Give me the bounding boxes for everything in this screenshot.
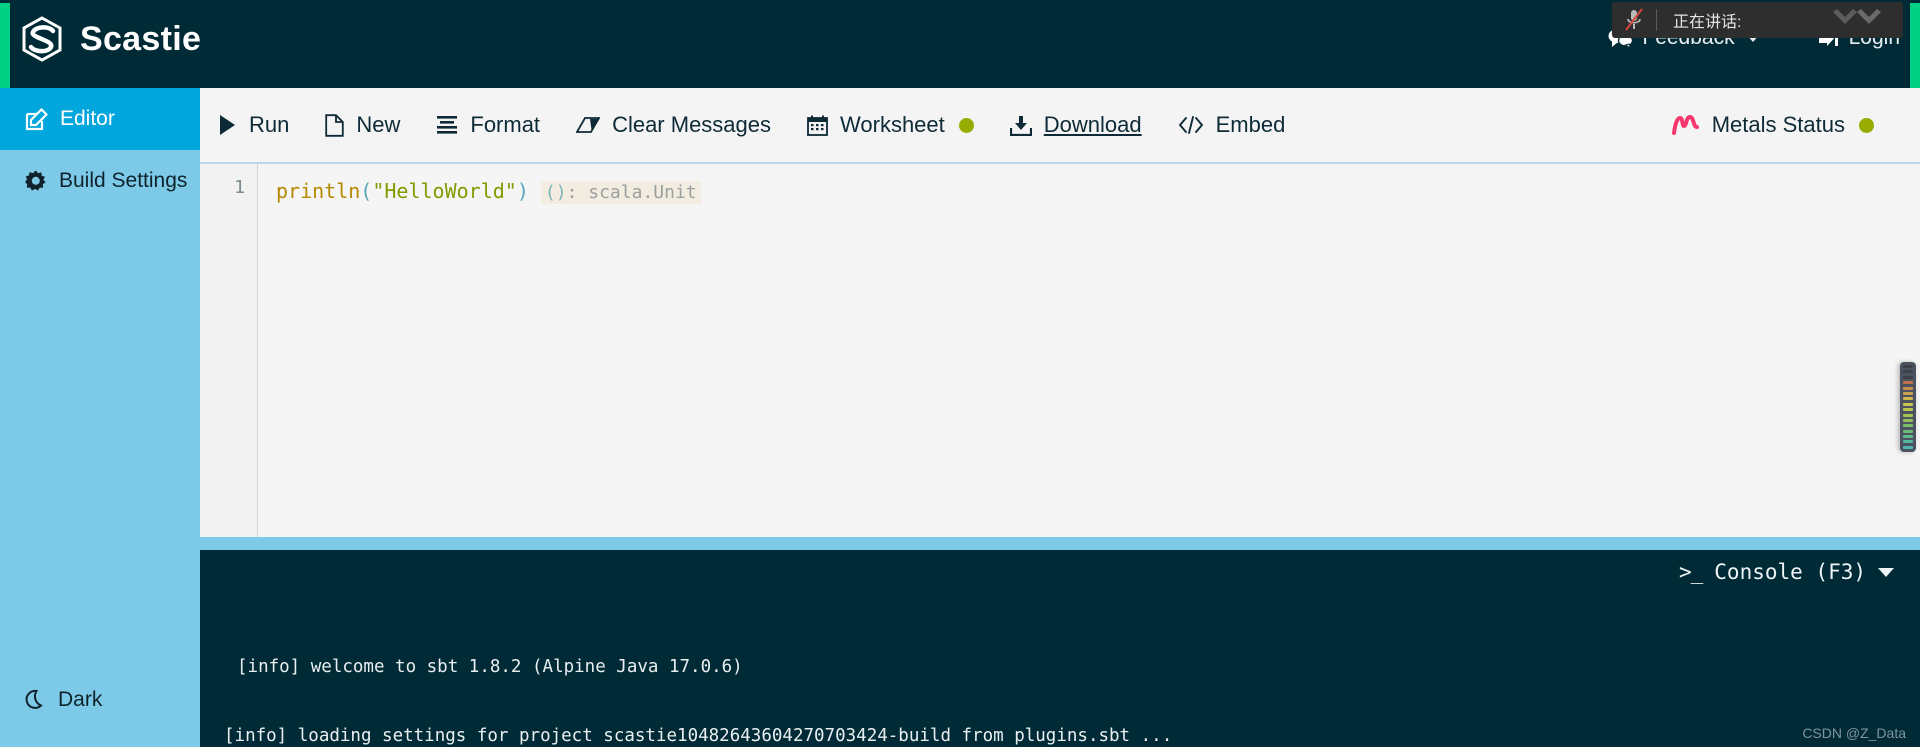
microphone-muted-icon[interactable] xyxy=(1612,2,1656,38)
sidebar-item-editor-label: Editor xyxy=(60,107,115,130)
sidebar-theme-toggle[interactable]: Dark xyxy=(0,669,200,731)
sidebar-item-dark-label: Dark xyxy=(58,688,103,711)
console-panel: >_ Console (F3) [info] welcome to sbt 1.… xyxy=(200,550,1920,747)
chevrons-icon[interactable] xyxy=(1829,8,1891,32)
audio-level-meter xyxy=(1900,362,1916,452)
editor-toolbar: Run New Format Clear Messages Worksheet … xyxy=(200,88,1920,162)
level-meter-segment xyxy=(1903,424,1913,428)
align-lines-icon xyxy=(436,115,458,135)
console-output: [info] welcome to sbt 1.8.2 (Alpine Java… xyxy=(224,610,1900,747)
level-meter-segment xyxy=(1903,375,1913,379)
worksheet-inlay-hint: (): scala.Unit xyxy=(540,181,701,204)
inlay-unit-parens: () xyxy=(544,182,567,203)
run-button[interactable]: Run xyxy=(200,88,307,162)
metals-status-label: Metals Status xyxy=(1711,112,1845,137)
format-label: Format xyxy=(470,112,541,137)
worksheet-toggle[interactable]: Worksheet xyxy=(789,88,992,162)
level-meter-segment xyxy=(1903,440,1913,444)
download-icon xyxy=(1009,115,1032,136)
level-meter-segment xyxy=(1903,418,1913,422)
level-meter-segment xyxy=(1903,413,1913,417)
play-icon xyxy=(218,114,237,136)
brand-name: Scastie xyxy=(80,19,202,58)
overlay-divider xyxy=(1656,9,1657,31)
level-meter-segment xyxy=(1903,429,1913,433)
worksheet-status-dot xyxy=(958,117,974,133)
sidebar-item-dark[interactable]: Dark xyxy=(0,669,200,731)
new-button[interactable]: New xyxy=(307,88,418,162)
metals-m-logo-icon xyxy=(1671,114,1700,136)
inlay-type: : scala.Unit xyxy=(566,182,697,203)
level-meter-segment xyxy=(1903,381,1913,385)
gear-icon xyxy=(25,170,47,192)
code-token-close-paren: ) xyxy=(516,179,529,203)
accent-strip-right xyxy=(1910,3,1920,88)
code-token-function: println xyxy=(276,179,361,203)
sidebar-item-editor[interactable]: Editor xyxy=(0,88,200,150)
scastie-hexagon-logo-icon xyxy=(20,16,64,62)
new-label: New xyxy=(356,112,401,137)
edit-pencil-square-icon xyxy=(25,107,48,131)
worksheet-label: Worksheet xyxy=(840,112,945,137)
level-meter-segment xyxy=(1903,386,1913,390)
level-meter-segment xyxy=(1903,397,1913,401)
sidebar-item-build-settings-label: Build Settings xyxy=(59,169,188,192)
level-meter-segment xyxy=(1903,370,1913,374)
console-line: [info] loading settings for project scas… xyxy=(224,726,1173,746)
sidebar-item-build-settings[interactable]: Build Settings xyxy=(0,150,200,212)
embed-button[interactable]: Embed xyxy=(1160,88,1304,162)
terminal-prompt-icon: >_ xyxy=(1678,560,1703,584)
eraser-icon xyxy=(576,116,601,134)
file-icon xyxy=(325,113,345,137)
console-toggle-header[interactable]: >_ Console (F3) xyxy=(1679,560,1894,584)
download-label: Download xyxy=(1043,112,1142,137)
clear-messages-button[interactable]: Clear Messages xyxy=(558,88,789,162)
recording-status-label: 正在讲话: xyxy=(1673,14,1742,31)
top-bar: Scastie Feedback xyxy=(0,0,1920,88)
editor-console-splitter[interactable] xyxy=(200,537,1920,550)
console-line: [info] welcome to sbt 1.8.2 (Alpine Java… xyxy=(237,657,743,677)
download-button[interactable]: Download xyxy=(992,88,1160,162)
accent-strip-left xyxy=(0,3,10,88)
embed-label: Embed xyxy=(1215,112,1286,137)
watermark: CSDN @Z_Data xyxy=(1802,725,1906,741)
level-meter-segment xyxy=(1903,402,1913,406)
metals-status-button[interactable]: Metals Status xyxy=(1654,88,1892,162)
clear-messages-label: Clear Messages xyxy=(612,112,772,137)
code-token-open-paren: ( xyxy=(360,179,373,203)
line-number: 1 xyxy=(234,177,245,198)
code-token-string: "HelloWorld" xyxy=(372,179,517,203)
format-button[interactable]: Format xyxy=(418,88,558,162)
level-meter-segment xyxy=(1903,435,1913,439)
recording-status-overlay[interactable]: 正在讲话: xyxy=(1612,2,1903,38)
editor-code-area[interactable]: println("HelloWorld") (): scala.Unit xyxy=(258,164,1920,537)
level-meter-segment xyxy=(1903,408,1913,412)
code-editor[interactable]: 1 println("HelloWorld") (): scala.Unit xyxy=(200,162,1920,537)
code-brackets-icon xyxy=(1178,116,1204,134)
metals-status-dot xyxy=(1859,117,1874,133)
sidebar: Editor Build Settings Dark xyxy=(0,88,200,747)
chevron-down-icon xyxy=(1878,567,1894,577)
level-meter-segment xyxy=(1903,445,1913,449)
console-header-label: Console (F3) xyxy=(1714,560,1866,584)
moon-icon xyxy=(25,689,46,711)
editor-gutter: 1 xyxy=(200,164,258,537)
editor-scrollbar[interactable] xyxy=(1912,164,1920,537)
level-meter-segment xyxy=(1903,391,1913,395)
scastie-app-window: Scastie Feedback xyxy=(0,0,1920,747)
calendar-icon xyxy=(807,115,828,136)
level-meter-segment xyxy=(1903,365,1913,368)
brand-logo-area[interactable]: Scastie xyxy=(20,16,201,62)
run-label: Run xyxy=(249,112,290,137)
